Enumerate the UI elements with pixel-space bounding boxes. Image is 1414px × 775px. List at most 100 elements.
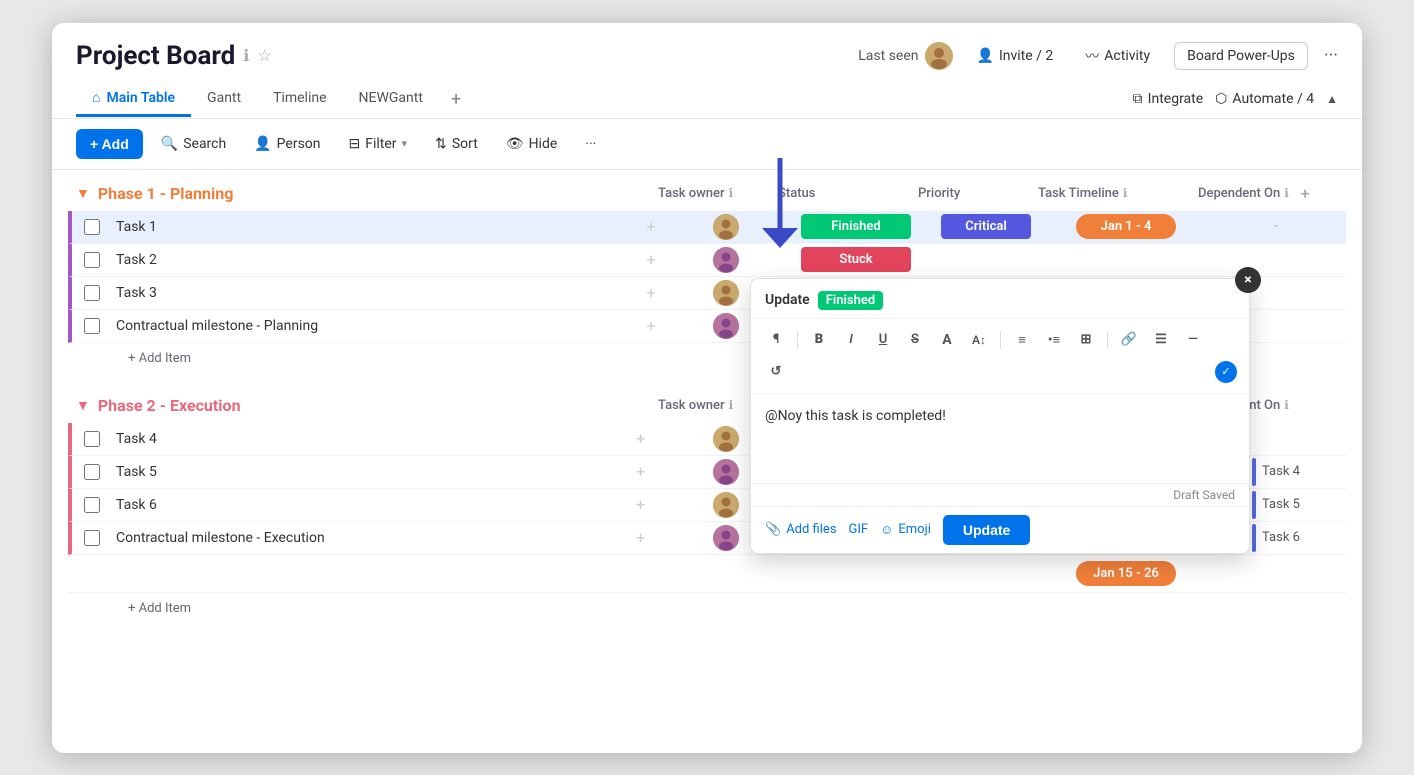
exec3-add-icon[interactable]: + [636,495,645,514]
fmt-align[interactable]: ☰ [1148,327,1174,353]
fmt-confirm[interactable]: ✓ [1215,361,1237,383]
fmt-hr[interactable]: — [1180,327,1206,353]
tab-main-table[interactable]: ⌂ Main Table [76,81,191,117]
fmt-italic[interactable]: I [838,327,864,353]
exec4-avatar [713,525,739,551]
exec4-name: Contractual milestone - Execution [112,522,636,554]
task2-add-icon[interactable]: + [646,250,655,269]
phase2-title: Phase 2 - Execution [98,396,658,415]
fmt-ordered-list[interactable]: ≡ [1009,327,1035,353]
exec2-dependent: Task 4 [1262,464,1300,479]
task3-checkbox[interactable] [84,285,100,301]
col-priority-1: Priority [918,186,1038,201]
star-icon[interactable]: ☆ [257,46,271,65]
fmt-bold[interactable]: B [806,327,832,353]
more-toolbar-button[interactable]: ··· [575,130,606,158]
exec2-name: Task 5 [112,456,636,488]
task-row-1[interactable]: Task 1 + Finished Critical Jan 1 - 4 [68,211,1346,244]
fmt-sep-2 [1000,331,1001,349]
sort-icon: ⇅ [435,136,447,152]
integrate-button[interactable]: ⧉ Integrate [1133,91,1204,107]
update-header-label: Update [765,292,810,308]
task2-name: Task 2 [112,244,636,276]
exec4-dependent: Task 6 [1262,530,1300,545]
exec2-add-icon[interactable]: + [636,462,645,481]
task1-add-icon[interactable]: + [646,217,655,236]
search-button[interactable]: 🔍 Search [151,130,236,158]
exec4-add-icon[interactable]: + [636,528,645,547]
info-icon[interactable]: ℹ [243,46,249,65]
fmt-underline[interactable]: U [870,327,896,353]
phase1-header: ▼ Phase 1 - Planning Task owner ℹ Status… [52,170,1362,211]
task1-name: Task 1 [112,211,636,243]
extra-timeline-row: Jan 15 - 26 [68,555,1346,593]
gif-button[interactable]: GIF [849,522,869,537]
col-dependent-1: Dependent On ℹ + [1198,184,1338,203]
task4-checkbox[interactable] [84,318,100,334]
person-button[interactable]: 👤 Person [244,130,330,158]
emoji-button[interactable]: ☺ Emoji [880,522,931,538]
col-status-1: Status [778,186,918,201]
draft-saved-label: Draft Saved [751,484,1249,507]
phase2-add-item[interactable]: + Add Item [68,593,1346,616]
add-tab-button[interactable]: + [439,81,473,118]
add-files-button[interactable]: 📎 Add files [765,522,837,537]
fmt-size[interactable]: A↕ [966,327,992,353]
invite-button[interactable]: 👤 Invite / 2 [969,44,1062,68]
dep-bar-4 [1252,524,1256,552]
phase2-toggle[interactable]: ▼ [76,397,90,414]
filter-button[interactable]: ⊟ Filter ▾ [339,130,418,158]
last-seen: Last seen [858,42,952,70]
arrow-indicator [762,158,798,248]
hide-button[interactable]: 👁 Hide [496,130,568,158]
search-icon: 🔍 [161,136,178,152]
add-button[interactable]: + Add [76,129,143,159]
exec1-checkbox[interactable] [84,431,100,447]
fmt-paragraph[interactable]: ¶ [763,327,789,353]
emoji-icon: ☺ [880,522,893,538]
person-icon: 👤 [254,136,271,152]
filter-icon: ⊟ [349,136,361,152]
task1-checkbox[interactable] [84,219,100,235]
user-avatar [925,42,953,70]
exec1-add-icon[interactable]: + [636,429,645,448]
update-popup: × Update Finished ¶ B I U S A A↕ ≡ •≡ ⊞ … [750,278,1250,554]
task-row-2: Task 2 + Stuck [68,244,1346,277]
formatting-toolbar: ¶ B I U S A A↕ ≡ •≡ ⊞ 🔗 ☰ — ↺ ✓ [751,319,1249,394]
update-submit-button[interactable]: Update [943,515,1030,545]
fmt-link[interactable]: 🔗 [1116,327,1142,353]
task4-avatar [713,313,739,339]
popup-close-button[interactable]: × [1235,267,1261,293]
more-options-button[interactable]: ··· [1324,45,1338,66]
task2-checkbox[interactable] [84,252,100,268]
extra-timeline: Jan 15 - 26 [1076,561,1176,586]
collapse-button[interactable]: ▲ [1326,92,1338,106]
phase1-toggle[interactable]: ▼ [76,185,90,202]
task2-status[interactable]: Stuck [801,247,911,272]
update-text-content: @Noy this task is completed! [751,394,1249,484]
task1-status[interactable]: Finished [801,214,911,239]
task1-avatar [713,214,739,240]
tab-newgantt[interactable]: NEWGantt [343,82,439,117]
exec3-checkbox[interactable] [84,497,100,513]
exec3-name: Task 6 [112,489,636,521]
exec2-checkbox[interactable] [84,464,100,480]
task3-name: Task 3 [112,277,636,309]
fmt-strikethrough[interactable]: S [902,327,928,353]
project-title: Project Board [76,41,235,71]
fmt-table[interactable]: ⊞ [1073,327,1099,353]
board-powerups-button[interactable]: Board Power-Ups [1174,42,1308,70]
automate-button[interactable]: ⬡ Automate / 4 [1215,91,1314,107]
fmt-unordered-list[interactable]: •≡ [1041,327,1067,353]
fmt-color[interactable]: A [934,327,960,353]
activity-button[interactable]: 〰 Activity [1077,42,1158,70]
tab-gantt[interactable]: Gantt [191,82,257,117]
sort-button[interactable]: ⇅ Sort [425,130,488,158]
tab-timeline[interactable]: Timeline [257,82,342,117]
exec4-checkbox[interactable] [84,530,100,546]
exec1-name: Task 4 [112,423,636,455]
task3-avatar [713,280,739,306]
task4-add-icon[interactable]: + [646,316,655,335]
fmt-undo[interactable]: ↺ [763,359,789,385]
task3-add-icon[interactable]: + [646,283,655,302]
